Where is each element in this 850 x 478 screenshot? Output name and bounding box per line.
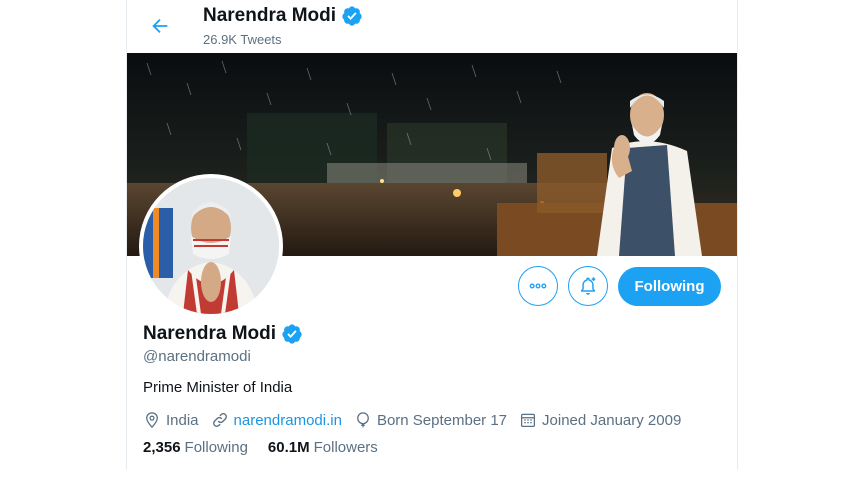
tweet-count: 26.9K Tweets (203, 32, 282, 47)
header-name: Narendra Modi (203, 5, 337, 26)
meta-location: India (143, 411, 199, 429)
avatar-image (143, 178, 279, 314)
back-button[interactable] (143, 9, 177, 43)
notifications-button[interactable] (568, 266, 608, 306)
profile-actions: Following (518, 266, 721, 306)
notification-bell-icon (580, 277, 596, 295)
following-stat[interactable]: 2,356 Following (143, 439, 248, 461)
profile-column: Narendra Modi 26.9K Tweets Following Nar… (126, 0, 738, 470)
followers-stat[interactable]: 60.1M Followers (268, 439, 378, 461)
profile-stats: 2,356 Following 60.1M Followers (143, 439, 723, 461)
profile-display-name: Narendra Modi (143, 320, 723, 348)
profile-avatar[interactable] (139, 174, 283, 318)
header-title: Narendra Modi (203, 5, 363, 27)
verified-badge-icon (282, 324, 302, 344)
profile-info: Narendra Modi @narendramodi Prime Minist… (143, 320, 723, 461)
meta-joined: Joined January 2009 (519, 411, 681, 429)
birthday-text: Born September 17 (376, 411, 508, 429)
following-label: Following (184, 439, 248, 456)
display-name-text: Narendra Modi (143, 323, 277, 344)
website-link[interactable]: narendramodi.in (234, 412, 342, 429)
link-icon (212, 413, 227, 427)
calendar-icon (521, 413, 536, 428)
followers-label: Followers (313, 439, 378, 456)
profile-meta: India narendramodi.in Born September 17 (143, 409, 723, 431)
birthday-balloon-icon (357, 412, 369, 428)
location-text: India (166, 411, 199, 429)
profile-handle: @narendramodi (143, 348, 251, 365)
meta-website: narendramodi.in (211, 411, 342, 429)
location-pin-icon (146, 412, 158, 429)
meta-birthday: Born September 17 (354, 411, 507, 429)
verified-badge-icon (342, 6, 362, 26)
top-header: Narendra Modi 26.9K Tweets (127, 0, 737, 53)
following-button[interactable]: Following (618, 266, 721, 306)
following-count: 2,356 (143, 439, 181, 456)
more-button[interactable] (518, 266, 558, 306)
more-icon (529, 283, 547, 289)
back-arrow-icon (152, 18, 168, 34)
followers-count: 60.1M (267, 439, 310, 456)
joined-text: Joined January 2009 (542, 411, 682, 429)
profile-bio: Prime Minister of India (143, 379, 293, 396)
